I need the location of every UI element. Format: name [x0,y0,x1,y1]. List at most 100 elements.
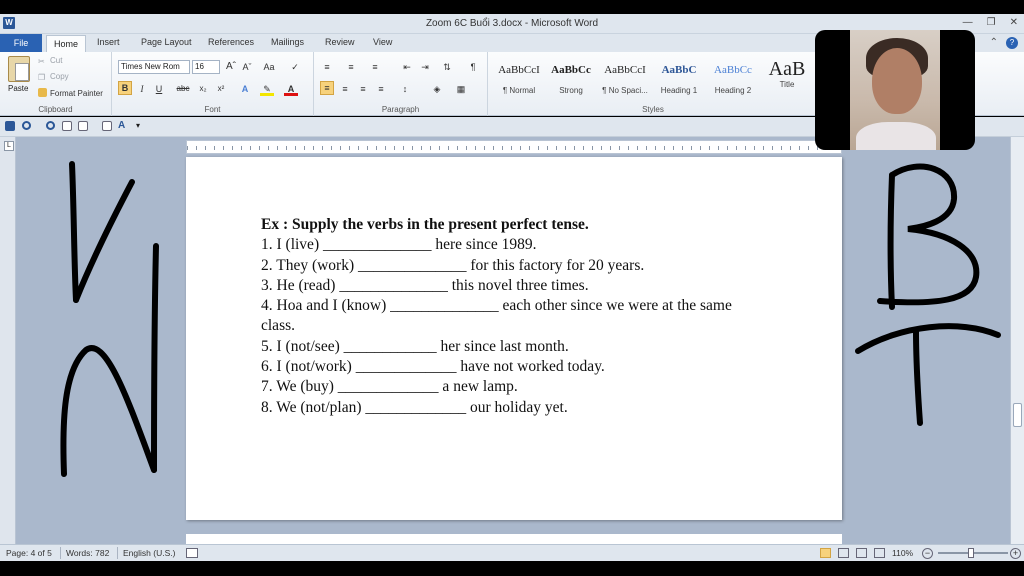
superscript-icon[interactable]: x² [214,82,228,96]
status-divider [60,547,61,559]
tab-insert[interactable]: Insert [97,37,120,47]
zoom-out-icon[interactable]: − [922,548,933,559]
customize-toolbar-icon[interactable]: ▾ [136,121,146,131]
style-strong[interactable]: AaBbCc Strong [544,58,598,98]
save-icon[interactable] [5,121,15,131]
font-group: Times New Rom 16 Aˆ Aˇ Aa ✓ B I U abc x₂… [112,52,314,116]
grow-font-icon[interactable]: Aˆ [224,60,238,74]
exercise-line-2: 2. They (work) ______________ for this f… [261,256,645,274]
copy-icon: ❐ [38,73,46,82]
clipboard-group: Paste ✂ Cut ❐ Copy Format Painter Clipboar… [0,52,112,116]
show-formatting-icon[interactable]: ¶ [466,60,480,74]
underline-icon[interactable]: U [152,82,166,96]
new-document-icon[interactable] [62,121,72,131]
exercise-line-1: 1. I (live) ______________ here since 19… [261,236,537,254]
font-size-select[interactable]: 16 [192,60,220,74]
macro-record-icon[interactable] [186,548,198,558]
tab-file[interactable]: File [0,34,42,52]
full-screen-view-icon[interactable] [838,548,849,558]
cut-button[interactable]: ✂ Cut [38,56,62,66]
status-bar: Page: 4 of 5 Words: 782 English (U.S.) 1… [0,544,1024,561]
shading-icon[interactable]: ◈ [430,82,444,96]
close-icon[interactable]: ✕ [1010,17,1018,28]
outline-view-icon[interactable] [874,548,885,558]
tab-view[interactable]: View [373,37,392,47]
text-effects-icon[interactable]: A [238,82,252,96]
bottom-black-bar [0,561,1024,576]
clipboard-group-label: Clipboard [38,105,73,114]
style-heading-1[interactable]: AaBbC Heading 1 [652,58,706,98]
justify-icon[interactable]: ≡ [374,82,388,96]
document-workspace: L Ex : Supply the verbs in the present p… [0,137,1024,544]
tab-page-layout[interactable]: Page Layout [141,37,192,47]
scissors-icon: ✂ [38,57,45,66]
horizontal-ruler[interactable] [186,140,842,154]
paste-button-label[interactable]: Paste [8,84,28,93]
page-count[interactable]: Page: 4 of 5 [6,548,52,558]
multilevel-list-icon[interactable]: ≡ [368,60,382,74]
collapse-ribbon-icon[interactable]: ⌃ [990,37,998,49]
style-heading-2[interactable]: AaBbCc Heading 2 [706,58,760,98]
redo-icon[interactable] [46,121,55,130]
tab-selector-icon[interactable]: L [4,141,14,151]
style-title[interactable]: AaB Title [760,58,814,98]
language-indicator[interactable]: English (U.S.) [123,548,175,558]
print-preview-icon[interactable] [78,121,88,131]
borders-icon[interactable]: ▦ [454,82,468,96]
restore-icon[interactable]: ❐ [987,17,996,28]
tab-home[interactable]: Home [46,35,86,53]
font-face-select[interactable]: Times New Rom [118,60,190,74]
help-icon[interactable]: ? [1006,37,1018,49]
font-group-label: Font [204,105,221,114]
zoom-level[interactable]: 110% [892,548,913,558]
shrink-font-icon[interactable]: Aˇ [240,60,254,74]
align-left-icon[interactable]: ≡ [320,81,334,95]
webcam-feed [850,30,940,150]
print-layout-view-icon[interactable] [820,548,831,558]
word-count[interactable]: Words: 782 [66,548,109,558]
person-shirt [856,122,936,150]
sort-icon[interactable]: ⇅ [440,60,454,74]
ribbon-right-icons: ⌃ ? [990,37,1018,49]
document-page[interactable]: Ex : Supply the verbs in the present per… [186,157,842,520]
highlight-icon[interactable]: ✎ [260,82,274,96]
paragraph-group-label: Paragraph [381,105,420,114]
copy-button[interactable]: ❐ Copy [38,72,69,82]
font-color-icon[interactable]: A [284,82,298,96]
tab-mailings[interactable]: Mailings [271,37,304,47]
next-page-top [186,534,842,544]
line-spacing-icon[interactable]: ↕ [398,82,412,96]
vertical-ruler: L [0,137,16,544]
scrollbar-thumb[interactable] [1013,403,1022,427]
strikethrough-icon[interactable]: abc [176,82,190,96]
minimize-icon[interactable]: — [963,17,973,28]
bullets-icon[interactable]: ≡ [320,60,334,74]
clear-formatting-icon[interactable]: ✓ [288,60,302,74]
style-normal[interactable]: AaBbCcI ¶ Normal [492,58,546,98]
align-right-icon[interactable]: ≡ [356,82,370,96]
font-style-icon[interactable]: A [118,120,128,131]
document-body[interactable]: Ex : Supply the verbs in the present per… [261,215,821,418]
align-center-icon[interactable]: ≡ [338,82,352,96]
change-case-icon[interactable]: Aa [262,60,276,74]
webcam-overlay[interactable] [815,30,975,150]
zoom-in-icon[interactable]: + [1010,548,1021,559]
styles-group-label: Styles [642,105,664,114]
print-layout-icon[interactable] [102,121,112,131]
subscript-icon[interactable]: x₂ [196,82,210,96]
tab-references[interactable]: References [208,37,254,47]
decrease-indent-icon[interactable]: ⇤ [400,60,414,74]
vertical-scrollbar[interactable] [1010,137,1024,544]
style-no-spacing[interactable]: AaBbCcI ¶ No Spaci... [598,58,652,98]
web-layout-view-icon[interactable] [856,548,867,558]
format-painter-button[interactable]: Format Painter [38,88,103,98]
paste-icon[interactable] [8,56,30,82]
exercise-line-7: 7. We (buy) _____________ a new lamp. [261,378,518,396]
numbering-icon[interactable]: ≡ [344,60,358,74]
italic-icon[interactable]: I [135,82,149,96]
zoom-slider-knob[interactable] [968,548,974,558]
increase-indent-icon[interactable]: ⇥ [418,60,432,74]
bold-icon[interactable]: B [118,81,132,95]
undo-icon[interactable] [22,121,31,130]
tab-review[interactable]: Review [325,37,355,47]
